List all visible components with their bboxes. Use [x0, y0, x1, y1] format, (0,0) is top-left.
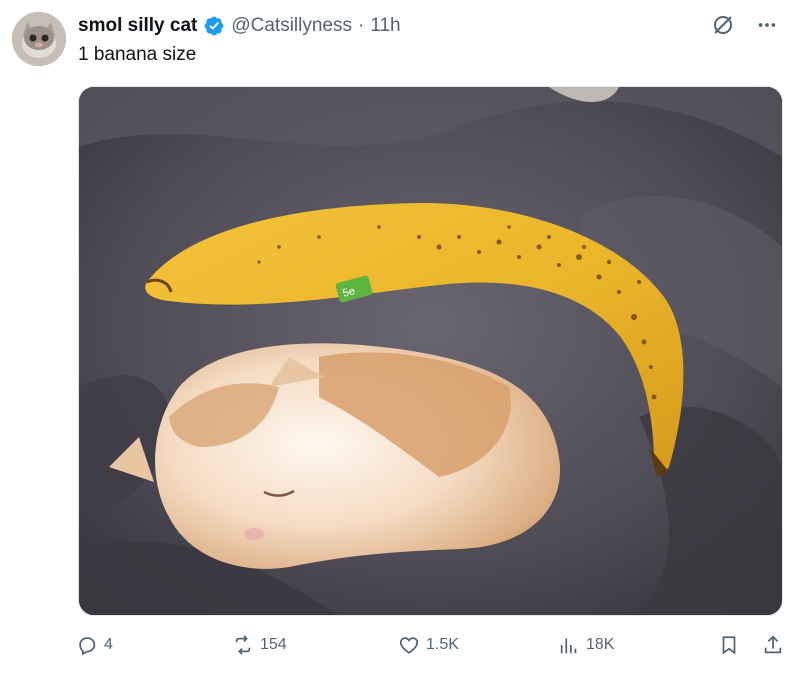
tweet-text: 1 banana size: [78, 44, 197, 65]
user-handle[interactable]: @Catsillyness: [231, 15, 352, 37]
reply-icon: [79, 637, 96, 656]
tweet-header: smol silly cat @Catsillyness · 11h: [78, 12, 401, 40]
bookmark-icon: [722, 636, 736, 655]
retweet-button[interactable]: 154: [232, 628, 287, 662]
timestamp[interactable]: 11h: [370, 15, 400, 37]
share-icon: [764, 635, 782, 654]
verified-badge-icon: [203, 15, 225, 37]
tweet-actions-bar: 4 154 1.5K 18K: [76, 628, 788, 662]
reply-count: 4: [104, 636, 113, 653]
top-right-actions: [710, 12, 780, 38]
avatar[interactable]: [12, 12, 66, 66]
tweet-media-photo[interactable]: 5e: [78, 86, 783, 616]
reply-button[interactable]: 4: [76, 628, 113, 662]
bookmark-button[interactable]: [718, 628, 740, 662]
cat-banana-photo: 5e: [79, 87, 782, 615]
retweet-icon: [235, 635, 251, 655]
view-count: 18K: [586, 636, 615, 653]
views-button[interactable]: 18K: [558, 628, 614, 662]
heart-icon: [399, 637, 419, 654]
grok-icon[interactable]: [710, 12, 736, 38]
more-icon[interactable]: [754, 12, 780, 38]
separator-dot: ·: [358, 15, 365, 36]
views-icon: [560, 638, 577, 654]
like-count: 1.5K: [426, 636, 459, 653]
share-button[interactable]: [762, 628, 784, 662]
display-name[interactable]: smol silly cat: [78, 15, 197, 37]
like-button[interactable]: 1.5K: [398, 628, 459, 662]
retweet-count: 154: [260, 636, 287, 653]
